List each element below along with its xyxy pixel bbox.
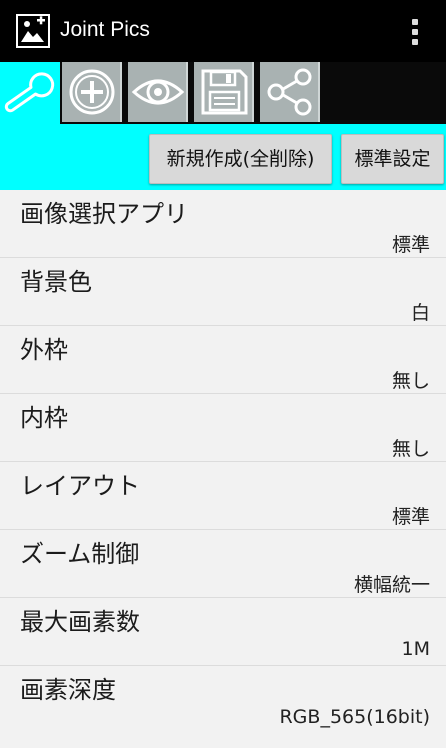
setting-zoom-control[interactable]: ズーム制御 横幅統一 <box>0 530 446 598</box>
floppy-disk-icon <box>201 69 248 115</box>
settings-list: 画像選択アプリ 標準 背景色 白 外枠 無し 内枠 無し レイアウト 標準 ズー… <box>0 190 446 748</box>
setting-layout[interactable]: レイアウト 標準 <box>0 462 446 530</box>
tab-settings[interactable] <box>0 62 60 124</box>
new-button[interactable]: 新規作成(全削除) <box>149 134 332 184</box>
setting-label: 画像選択アプリ <box>20 200 188 228</box>
setting-value: 標準 <box>391 234 430 256</box>
setting-max-pixels[interactable]: 最大画素数 1M <box>0 598 446 666</box>
wrench-icon <box>4 72 55 113</box>
setting-label: 背景色 <box>20 268 92 296</box>
overflow-menu-icon[interactable] <box>408 17 422 47</box>
setting-inner-frame[interactable]: 内枠 無し <box>0 394 446 462</box>
setting-label: 最大画素数 <box>20 608 140 636</box>
share-icon <box>267 68 312 116</box>
setting-value: 無し <box>391 438 430 460</box>
setting-value: 1M <box>401 638 430 660</box>
setting-value: 横幅統一 <box>353 574 430 596</box>
setting-value: RGB_565(16bit) <box>279 706 430 728</box>
tab-share[interactable] <box>260 62 320 122</box>
toolbar: 新規作成(全削除) 標準設定 <box>0 62 446 190</box>
add-circle-icon <box>69 69 115 115</box>
app-bar: Joint Pics <box>0 0 446 62</box>
setting-label: ズーム制御 <box>20 540 140 568</box>
setting-pixel-depth[interactable]: 画素深度 RGB_565(16bit) <box>0 666 446 748</box>
tab-add[interactable] <box>62 62 122 122</box>
setting-value: 標準 <box>391 506 430 528</box>
setting-label: 内枠 <box>20 404 68 432</box>
setting-value: 白 <box>410 302 430 324</box>
tab-preview[interactable] <box>128 62 188 122</box>
setting-background-color[interactable]: 背景色 白 <box>0 258 446 326</box>
setting-image-picker-app[interactable]: 画像選択アプリ 標準 <box>0 190 446 258</box>
setting-outer-frame[interactable]: 外枠 無し <box>0 326 446 394</box>
image-plus-icon <box>16 14 50 48</box>
app-title: Joint Pics <box>60 18 150 41</box>
setting-label: レイアウト <box>20 472 140 500</box>
setting-value: 無し <box>391 370 430 392</box>
setting-label: 外枠 <box>20 336 68 364</box>
setting-label: 画素深度 <box>20 676 116 704</box>
tab-save[interactable] <box>194 62 254 122</box>
tab-strip <box>0 62 446 124</box>
eye-icon <box>131 79 185 105</box>
default-settings-button[interactable]: 標準設定 <box>341 134 444 184</box>
